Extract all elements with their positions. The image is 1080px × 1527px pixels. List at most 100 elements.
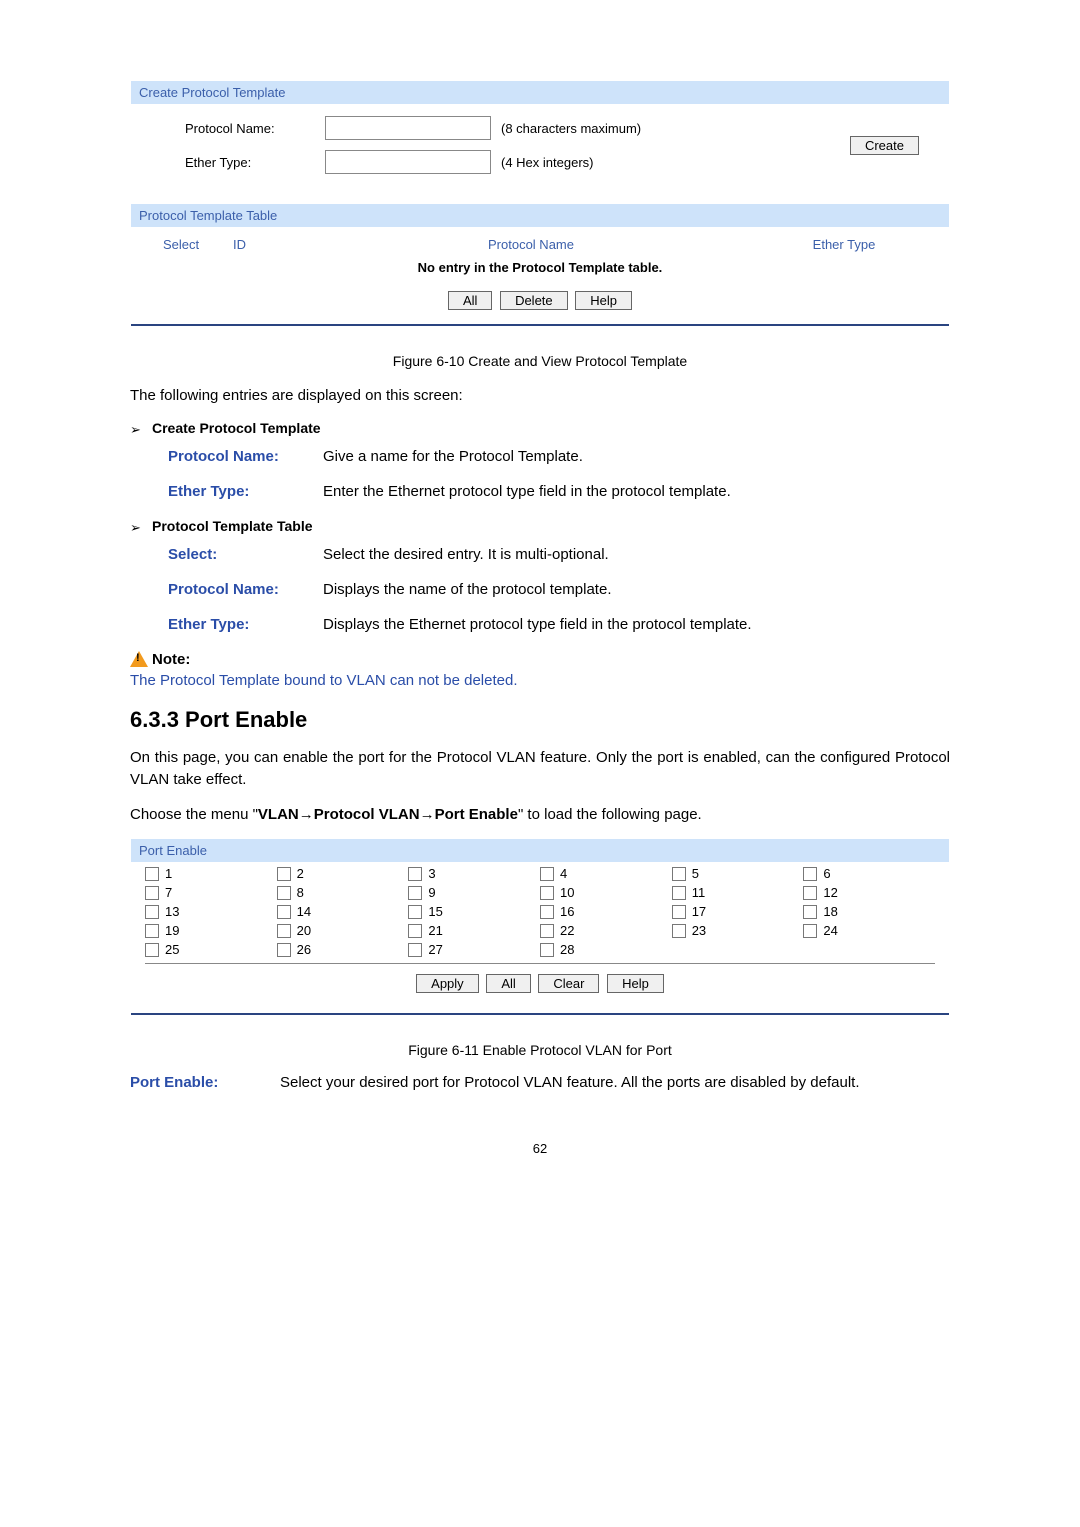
port-label: 19 — [165, 923, 179, 938]
checkbox-icon — [408, 867, 422, 881]
port-checkbox[interactable]: 17 — [672, 904, 804, 919]
port-checkbox[interactable]: 26 — [277, 942, 409, 957]
delete-button[interactable]: Delete — [500, 291, 568, 310]
port-checkbox[interactable]: 25 — [145, 942, 277, 957]
section1-title: Create Protocol Template — [152, 420, 321, 436]
checkbox-icon — [540, 886, 554, 900]
table-header-row: Select ID Protocol Name Ether Type — [141, 233, 939, 258]
ether-type-hint: (4 Hex integers) — [501, 155, 593, 170]
port-checkbox[interactable]: 6 — [803, 866, 935, 881]
help-button[interactable]: Help — [607, 974, 664, 993]
port-label: 11 — [692, 885, 706, 900]
create-button[interactable]: Create — [850, 136, 919, 155]
paragraph-1: On this page, you can enable the port fo… — [130, 747, 950, 792]
p2-path: VLAN→Protocol VLAN→Port Enable — [258, 806, 518, 823]
all-button[interactable]: All — [448, 291, 492, 310]
checkbox-icon — [145, 924, 159, 938]
port-checkbox[interactable]: 19 — [145, 923, 277, 938]
def-protocol-name-desc: Give a name for the Protocol Template. — [323, 448, 950, 465]
checkbox-icon — [408, 905, 422, 919]
port-checkbox[interactable]: 4 — [540, 866, 672, 881]
apply-button[interactable]: Apply — [416, 974, 479, 993]
ether-type-label: Ether Type: — [151, 155, 325, 170]
checkbox-icon — [672, 886, 686, 900]
checkbox-icon — [803, 867, 817, 881]
note-text: The Protocol Template bound to VLAN can … — [130, 672, 950, 689]
port-label: 27 — [428, 942, 442, 957]
clear-button[interactable]: Clear — [538, 974, 599, 993]
ether-type-input[interactable] — [325, 150, 491, 174]
th-select: Select — [141, 237, 233, 252]
port-checkbox[interactable]: 10 — [540, 885, 672, 900]
port-checkbox[interactable]: 21 — [408, 923, 540, 938]
def-ether-type2-label: Ether Type: — [168, 616, 323, 633]
def-select-label: Select: — [168, 546, 323, 563]
port-checkbox[interactable]: 13 — [145, 904, 277, 919]
port-enable-panel: Port Enable 1 2 3 4 5 6 7 8 9 10 11 12 1… — [130, 838, 950, 1016]
port-checkbox[interactable]: 27 — [408, 942, 540, 957]
port-label: 24 — [823, 923, 837, 938]
protocol-name-hint: (8 characters maximum) — [501, 121, 641, 136]
port-checkbox[interactable]: 23 — [672, 923, 804, 938]
checkbox-icon — [277, 943, 291, 957]
port-label: 13 — [165, 904, 179, 919]
port-label: 12 — [823, 885, 837, 900]
def-protocol-name2-desc: Displays the name of the protocol templa… — [323, 581, 950, 598]
no-entry-msg: No entry in the Protocol Template table. — [141, 258, 939, 285]
port-label: 3 — [428, 866, 435, 881]
port-label: 25 — [165, 942, 179, 957]
port-label: 4 — [560, 866, 567, 881]
port-checkbox[interactable]: 28 — [540, 942, 672, 957]
checkbox-icon — [145, 905, 159, 919]
checkbox-icon — [408, 924, 422, 938]
port-checkbox[interactable]: 11 — [672, 885, 804, 900]
port-checkbox[interactable]: 7 — [145, 885, 277, 900]
panel-title: Create Protocol Template — [131, 81, 949, 104]
port-checkbox[interactable]: 15 — [408, 904, 540, 919]
checkbox-icon — [803, 905, 817, 919]
panel-title: Port Enable — [131, 839, 949, 862]
checkbox-icon — [803, 886, 817, 900]
port-checkbox[interactable]: 20 — [277, 923, 409, 938]
port-checkbox[interactable]: 12 — [803, 885, 935, 900]
p2-a: Choose the menu " — [130, 806, 258, 823]
port-checkbox[interactable]: 24 — [803, 923, 935, 938]
chevron-icon: ➢ — [130, 518, 152, 536]
protocol-name-label: Protocol Name: — [151, 121, 325, 136]
port-label: 5 — [692, 866, 699, 881]
def-ether-type-label: Ether Type: — [168, 483, 323, 500]
port-label: 10 — [560, 885, 574, 900]
checkbox-icon — [672, 905, 686, 919]
port-checkbox[interactable]: 1 — [145, 866, 277, 881]
port-checkbox[interactable]: 14 — [277, 904, 409, 919]
protocol-template-table-panel: Protocol Template Table Select ID Protoc… — [130, 203, 950, 327]
port-label: 26 — [297, 942, 311, 957]
port-checkbox[interactable]: 16 — [540, 904, 672, 919]
def-ether-type-desc: Enter the Ethernet protocol type field i… — [323, 483, 950, 500]
port-label: 9 — [428, 885, 435, 900]
protocol-name-input[interactable] — [325, 116, 491, 140]
chevron-icon: ➢ — [130, 420, 152, 438]
def-protocol-name2-label: Protocol Name: — [168, 581, 323, 598]
checkbox-icon — [277, 886, 291, 900]
create-protocol-template-panel: Create Protocol Template Protocol Name: … — [130, 80, 950, 199]
all-button[interactable]: All — [486, 974, 530, 993]
checkbox-icon — [672, 867, 686, 881]
port-checkbox[interactable]: 22 — [540, 923, 672, 938]
port-label: 16 — [560, 904, 574, 919]
note-heading: Note: — [130, 651, 950, 668]
warning-icon — [130, 651, 148, 667]
port-label: 18 — [823, 904, 837, 919]
port-checkbox[interactable]: 2 — [277, 866, 409, 881]
port-checkbox[interactable]: 18 — [803, 904, 935, 919]
port-checkbox[interactable]: 9 — [408, 885, 540, 900]
help-button[interactable]: Help — [575, 291, 632, 310]
port-label: 28 — [560, 942, 574, 957]
port-label: 6 — [823, 866, 830, 881]
section2-title: Protocol Template Table — [152, 518, 313, 534]
port-checkbox[interactable]: 3 — [408, 866, 540, 881]
port-checkbox[interactable]: 8 — [277, 885, 409, 900]
intro-text: The following entries are displayed on t… — [130, 385, 950, 408]
port-checkbox[interactable]: 5 — [672, 866, 804, 881]
port-label: 8 — [297, 885, 304, 900]
